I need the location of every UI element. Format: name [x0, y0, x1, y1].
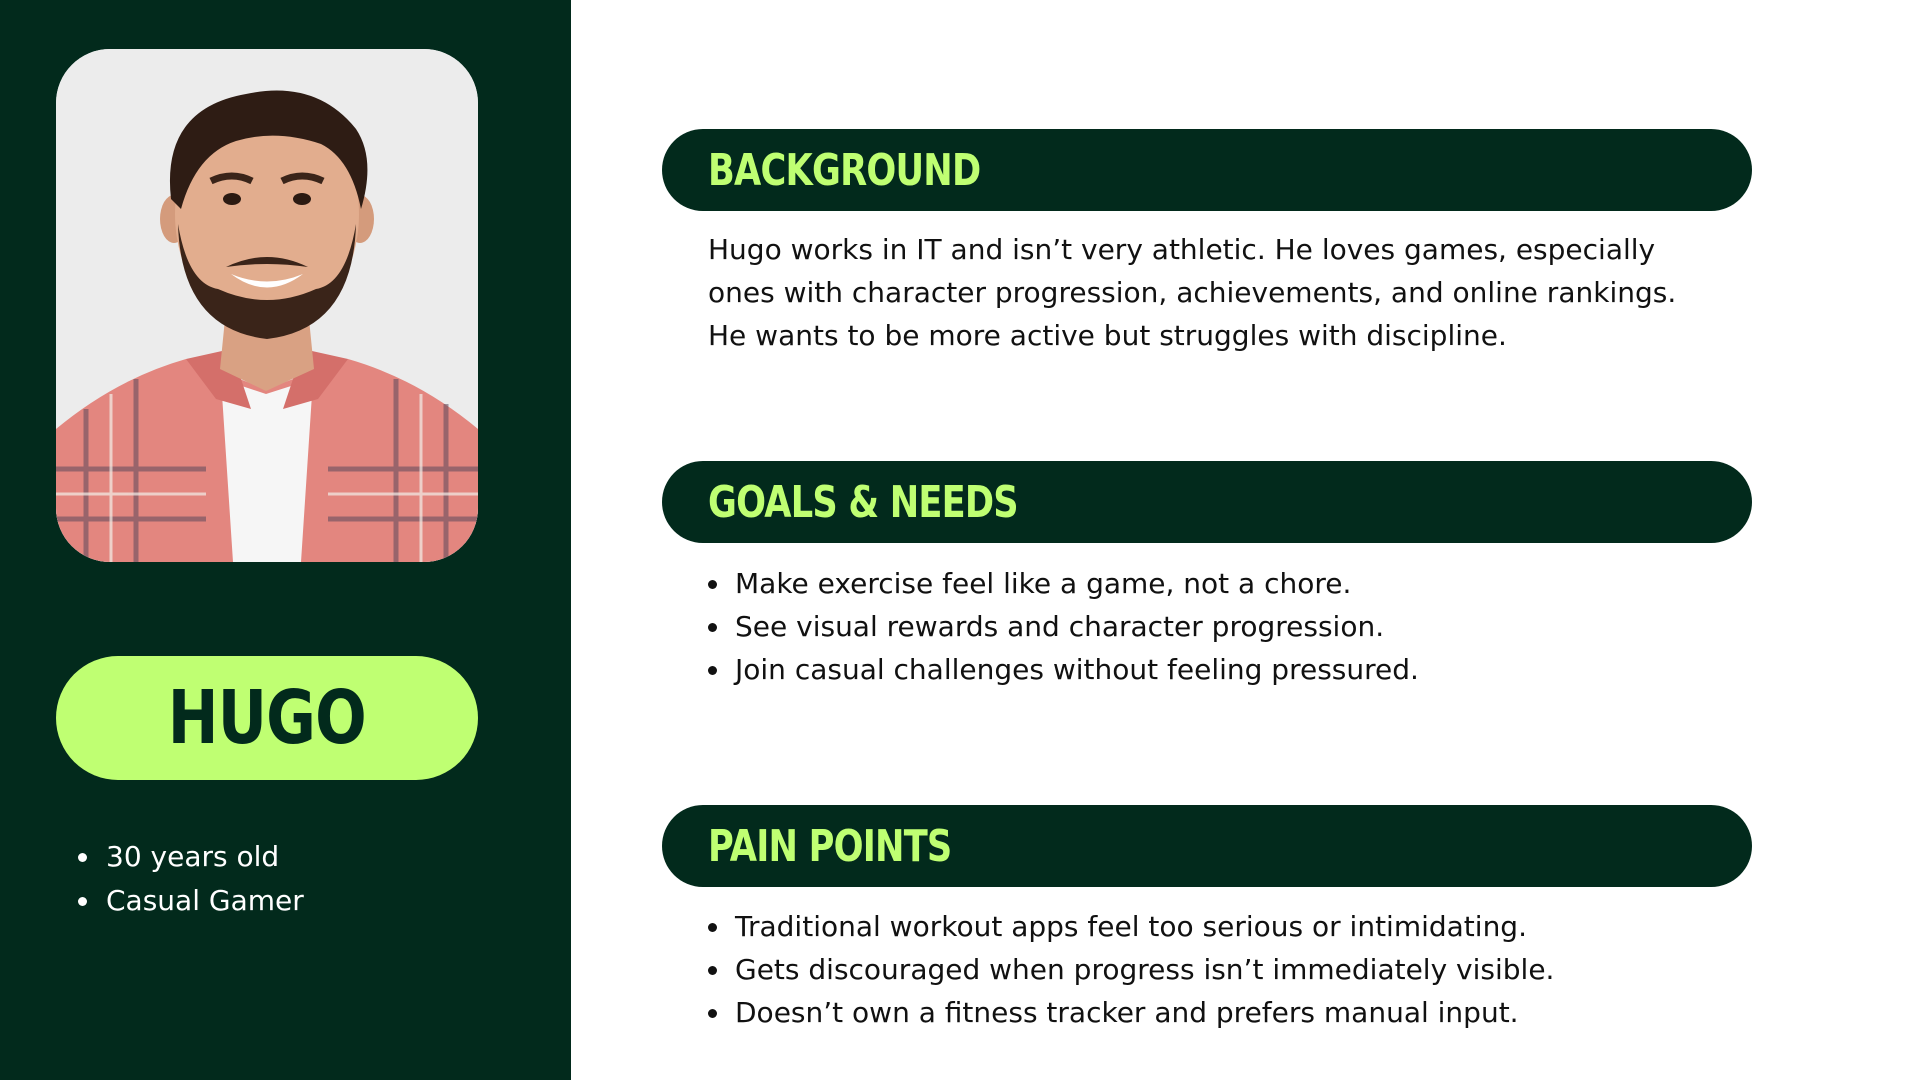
bullet-icon: [708, 623, 717, 632]
bullet-icon: [708, 580, 717, 589]
bullet-icon: [708, 923, 717, 932]
list-item: See visual rewards and character progres…: [708, 605, 1419, 648]
list-item: Make exercise feel like a game, not a ch…: [708, 562, 1419, 605]
trait-age: 30 years old: [106, 840, 280, 873]
pain-text: Doesn’t own a fitness tracker and prefer…: [735, 996, 1519, 1029]
bullet-icon: [708, 666, 717, 675]
list-item: Traditional workout apps feel too seriou…: [708, 905, 1554, 948]
trait-item: 30 years old: [78, 835, 304, 879]
goals-header: GOALS & NEEDS: [662, 461, 1752, 543]
portrait-illustration: [56, 49, 478, 562]
goal-text: See visual rewards and character progres…: [735, 610, 1385, 643]
trait-item: Casual Gamer: [78, 879, 304, 923]
goals-title: GOALS & NEEDS: [708, 476, 1019, 528]
bullet-icon: [78, 897, 87, 906]
goal-text: Make exercise feel like a game, not a ch…: [735, 567, 1352, 600]
background-header: BACKGROUND: [662, 129, 1752, 211]
profile-photo: [56, 49, 478, 562]
pain-text: Gets discouraged when progress isn’t imm…: [735, 953, 1555, 986]
pain-points-header: PAIN POINTS: [662, 805, 1752, 887]
goal-text: Join casual challenges without feeling p…: [735, 653, 1419, 686]
persona-card: HUGO 30 years old Casual Gamer BACKGROUN…: [0, 0, 1920, 1080]
bullet-icon: [78, 853, 87, 862]
pain-text: Traditional workout apps feel too seriou…: [735, 910, 1527, 943]
background-title: BACKGROUND: [708, 144, 981, 196]
persona-name-badge: HUGO: [56, 656, 478, 780]
list-item: Doesn’t own a fitness tracker and prefer…: [708, 991, 1554, 1034]
background-text: Hugo works in IT and isn’t very athletic…: [708, 233, 1677, 352]
bullet-icon: [708, 966, 717, 975]
persona-traits: 30 years old Casual Gamer: [78, 835, 304, 923]
list-item: Join casual challenges without feeling p…: [708, 648, 1419, 691]
persona-name: HUGO: [167, 675, 367, 761]
trait-type: Casual Gamer: [106, 884, 304, 917]
pain-points-list: Traditional workout apps feel too seriou…: [708, 905, 1554, 1034]
pain-points-title: PAIN POINTS: [708, 820, 952, 872]
goals-list: Make exercise feel like a game, not a ch…: [708, 562, 1419, 691]
sidebar: HUGO 30 years old Casual Gamer: [0, 0, 571, 1080]
bullet-icon: [708, 1009, 717, 1018]
list-item: Gets discouraged when progress isn’t imm…: [708, 948, 1554, 991]
